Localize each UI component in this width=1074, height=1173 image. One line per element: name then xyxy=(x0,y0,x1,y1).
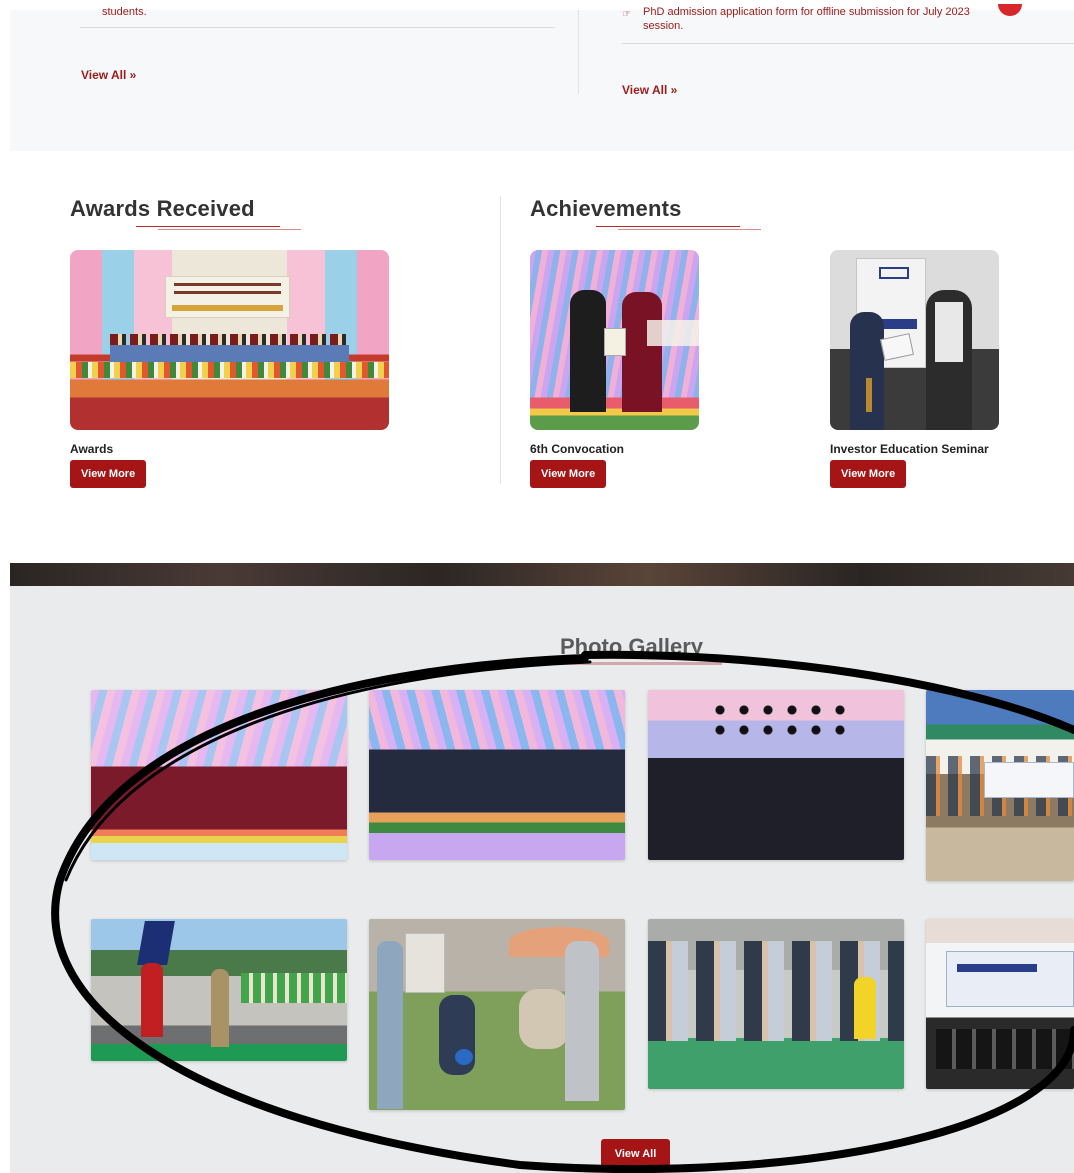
notice-item-left[interactable]: students. xyxy=(102,5,147,19)
notice-separator xyxy=(622,43,1074,44)
gallery-photo[interactable] xyxy=(926,919,1074,1089)
notices-view-all-left[interactable]: View All » xyxy=(81,68,136,82)
achievements-title-rule xyxy=(618,229,761,230)
gallery-photo[interactable] xyxy=(369,690,625,860)
awards-title: Awards Received xyxy=(70,196,255,221)
gallery-photo[interactable] xyxy=(91,919,347,1061)
new-badge-icon xyxy=(998,4,1022,16)
awards-title-rule xyxy=(158,229,301,230)
notice-item-right[interactable]: PhD admission application form for offli… xyxy=(643,5,988,33)
awards-achievements-divider xyxy=(500,196,501,484)
gallery-photo[interactable] xyxy=(369,919,625,1110)
gallery-photo[interactable] xyxy=(648,919,904,1089)
gallery-title: Photo Gallery xyxy=(560,634,704,659)
achievements-title: Achievements xyxy=(530,196,682,221)
awards-view-more-button[interactable]: View More xyxy=(70,460,147,488)
gallery-title-rule xyxy=(517,662,722,665)
gallery-photo[interactable] xyxy=(926,690,1074,881)
awards-image[interactable] xyxy=(70,250,389,430)
awards-caption: Awards xyxy=(70,442,114,456)
gallery-background-strip xyxy=(10,563,1074,586)
notices-divider xyxy=(578,10,579,94)
achievements-title-rule xyxy=(596,226,740,227)
notices-view-all-right[interactable]: View All » xyxy=(622,83,677,97)
seminar-view-more-button[interactable]: View More xyxy=(830,460,907,488)
awards-title-rule xyxy=(136,226,280,227)
gallery-photo[interactable] xyxy=(648,690,904,860)
gallery-photo[interactable] xyxy=(91,690,347,860)
notice-separator xyxy=(80,27,555,28)
gallery-view-all-button[interactable]: View All xyxy=(601,1139,670,1169)
notices-section: students. View All » ☞ PhD admission app… xyxy=(10,4,1074,151)
convocation-image[interactable] xyxy=(530,250,699,430)
seminar-image[interactable] xyxy=(830,250,999,430)
achievement-caption: 6th Convocation xyxy=(530,442,625,456)
hand-point-icon: ☞ xyxy=(622,9,631,20)
convocation-banner xyxy=(165,276,290,318)
convocation-view-more-button[interactable]: View More xyxy=(530,460,607,488)
achievement-caption: Investor Education Seminar xyxy=(830,442,989,456)
